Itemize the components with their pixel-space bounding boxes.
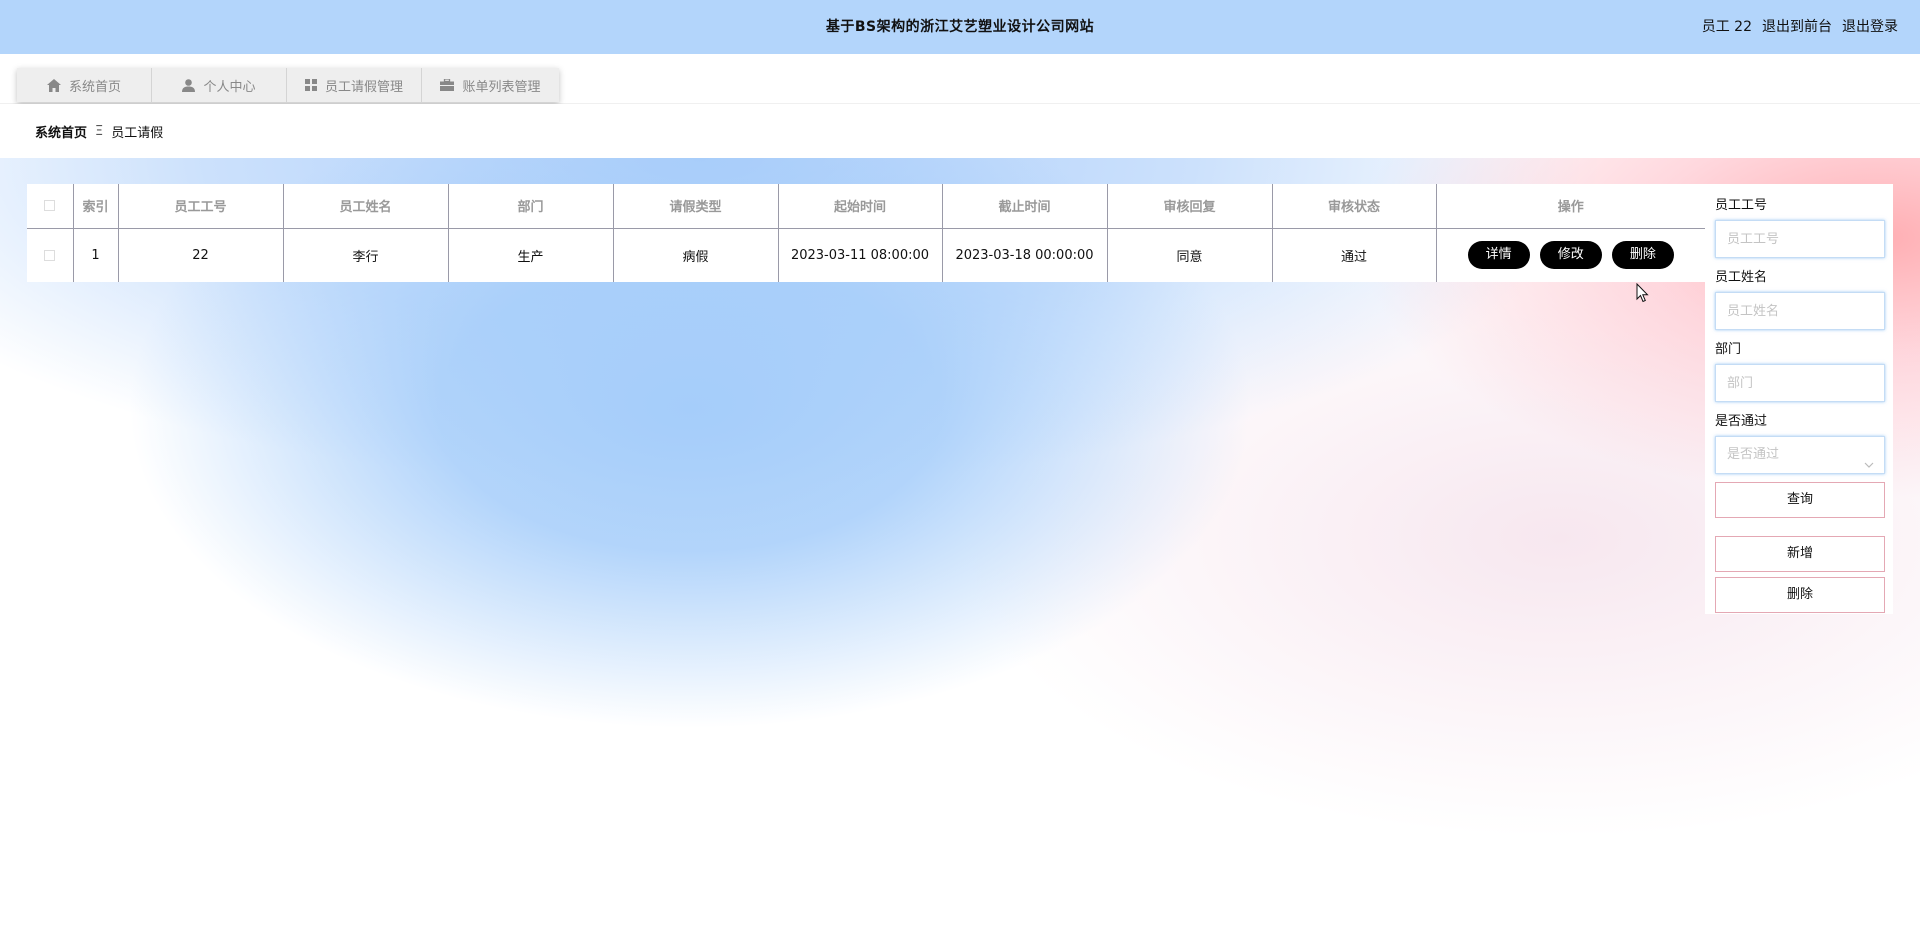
detail-button[interactable]: 详情 xyxy=(1467,241,1530,270)
user-icon xyxy=(182,78,196,92)
dept-label: 部门 xyxy=(1715,342,1742,357)
tab-personal-center-label: 个人中心 xyxy=(203,79,256,95)
col-review-reply: 审核回复 xyxy=(1107,184,1273,229)
tab-personal-center[interactable]: 个人中心 xyxy=(152,68,287,102)
emp-name-label: 员工姓名 xyxy=(1715,270,1768,285)
passed-select-placeholder: 是否通过 xyxy=(1727,447,1780,462)
add-button[interactable]: 新增 xyxy=(1715,536,1885,572)
leave-table-container: 索引 员工工号 员工姓名 部门 请假类型 起始时间 截止时间 审核回复 审核状态… xyxy=(27,184,1705,282)
cell-emp-name: 李行 xyxy=(283,228,449,282)
user-label: 员工 22 xyxy=(1701,19,1752,35)
cell-start-time: 2023-03-11 08:00:00 xyxy=(778,228,943,282)
cell-review-reply: 同意 xyxy=(1107,228,1273,282)
row-select-cell xyxy=(27,228,74,282)
edit-button[interactable]: 修改 xyxy=(1539,241,1602,270)
cell-leave-type: 病假 xyxy=(613,228,779,282)
cell-actions: 详情 修改 删除 xyxy=(1436,228,1705,282)
col-start-time: 起始时间 xyxy=(778,184,943,229)
cell-review-status: 通过 xyxy=(1272,228,1437,282)
passed-select[interactable]: 是否通过 xyxy=(1715,436,1885,474)
query-button[interactable]: 查询 xyxy=(1715,482,1885,518)
batch-delete-button[interactable]: 删除 xyxy=(1715,577,1885,613)
logout-link[interactable]: 退出登录 xyxy=(1842,0,1898,54)
col-review-status: 审核状态 xyxy=(1272,184,1437,229)
leave-table: 索引 员工工号 员工姓名 部门 请假类型 起始时间 截止时间 审核回复 审核状态… xyxy=(27,184,1705,282)
tab-home[interactable]: 系统首页 xyxy=(17,68,152,102)
row-checkbox[interactable] xyxy=(44,249,56,261)
emp-no-label: 员工工号 xyxy=(1715,198,1768,213)
search-panel: 员工工号 员工姓名 部门 是否通过 是否通过 查询 新增 删除 xyxy=(1705,184,1893,614)
col-emp-name: 员工姓名 xyxy=(283,184,449,229)
select-all-cell xyxy=(27,184,74,229)
cell-index: 1 xyxy=(73,228,119,282)
select-all-checkbox[interactable] xyxy=(44,200,56,212)
table-row: 1 22 李行 生产 病假 2023-03-11 08:00:00 2023-0… xyxy=(27,228,1705,282)
site-title: 基于BS架构的浙江艾艺塑业设计公司网站 xyxy=(825,19,1095,35)
dept-input[interactable] xyxy=(1715,364,1885,402)
mouse-cursor-icon xyxy=(1636,282,1650,307)
breadcrumb: 系统首页 Ξ 员工请假 xyxy=(0,104,1920,158)
col-end-time: 截止时间 xyxy=(942,184,1108,229)
user-area: 员工 22 退出到前台 退出登录 xyxy=(1702,0,1898,54)
cell-end-time: 2023-03-18 00:00:00 xyxy=(942,228,1108,282)
breadcrumb-home[interactable]: 系统首页 xyxy=(35,122,87,141)
col-emp-no: 员工工号 xyxy=(118,184,284,229)
tab-leave-management[interactable]: 员工请假管理 xyxy=(287,68,422,102)
back-to-front-link[interactable]: 退出到前台 xyxy=(1762,0,1832,54)
col-actions: 操作 xyxy=(1436,184,1705,229)
tab-leave-management-label: 员工请假管理 xyxy=(324,79,403,95)
col-index: 索引 xyxy=(73,184,119,229)
top-header: 基于BS架构的浙江艾艺塑业设计公司网站 员工 22 退出到前台 退出登录 xyxy=(0,0,1920,54)
chevron-down-icon xyxy=(1864,449,1874,485)
briefcase-icon xyxy=(440,79,455,91)
breadcrumb-current: 员工请假 xyxy=(111,125,164,141)
home-icon xyxy=(46,78,61,92)
breadcrumb-separator: Ξ xyxy=(95,123,104,139)
nav-tabs: 系统首页 个人中心 员工请假管理 账单列表管理 xyxy=(17,68,559,102)
cell-emp-no: 22 xyxy=(118,228,284,282)
tab-home-label: 系统首页 xyxy=(68,79,121,95)
passed-label: 是否通过 xyxy=(1715,414,1768,429)
table-header-row: 索引 员工工号 员工姓名 部门 请假类型 起始时间 截止时间 审核回复 审核状态… xyxy=(27,184,1705,229)
emp-no-input[interactable] xyxy=(1715,220,1885,258)
col-leave-type: 请假类型 xyxy=(613,184,779,229)
tab-bill-management[interactable]: 账单列表管理 xyxy=(422,68,559,102)
delete-row-button[interactable]: 删除 xyxy=(1611,241,1674,270)
top-nav: 系统首页 个人中心 员工请假管理 账单列表管理 xyxy=(0,54,1920,104)
cell-dept: 生产 xyxy=(448,228,614,282)
tab-bill-management-label: 账单列表管理 xyxy=(462,79,541,95)
grid-icon xyxy=(304,79,317,91)
col-dept: 部门 xyxy=(448,184,614,229)
emp-name-input[interactable] xyxy=(1715,292,1885,330)
